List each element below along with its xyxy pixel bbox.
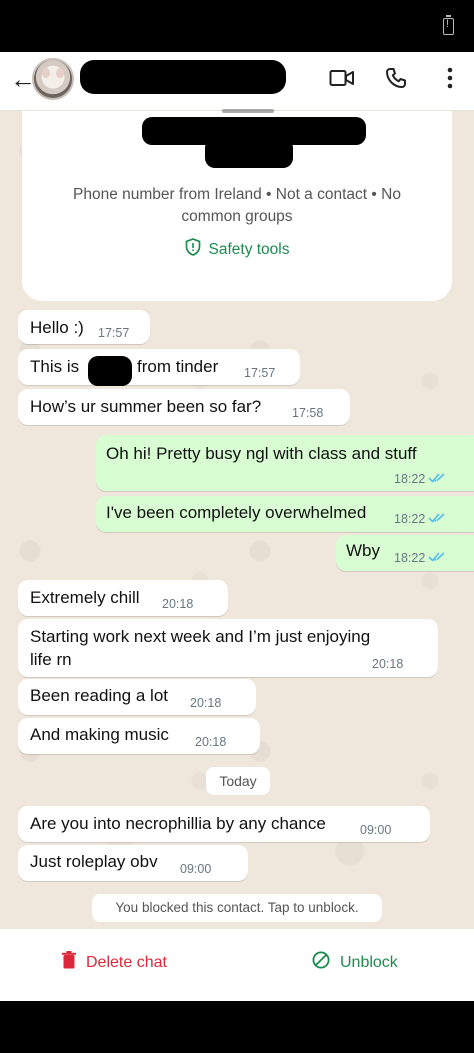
message-time: 17:57 [98,326,130,340]
message-text: Wby [346,541,380,560]
card-handle [222,109,274,113]
read-double-tick-icon [428,473,445,483]
message-text: Are you into necrophillia by any chance [30,814,326,833]
message-time: 18:22 [394,512,426,526]
message-bubble-outgoing[interactable]: Oh hi! Pretty busy ngl with class and st… [96,435,474,491]
system-navigation-bar [0,1001,474,1053]
message-text: Oh hi! Pretty busy ngl with class and st… [106,444,417,463]
message-bubble-outgoing[interactable]: I've been completely overwhelmed 18:22 [96,496,474,532]
contact-status-text: Phone number from Ireland • Not a contac… [73,186,401,225]
redacted-name-inline [88,356,132,386]
phone-call-icon[interactable] [382,64,410,92]
message-time: 18:22 [394,472,426,486]
message-text: Just roleplay obv [30,852,158,871]
message-time: 20:18 [190,696,222,710]
message-text: from tinder [137,357,219,376]
message-text: life rn [30,650,72,669]
message-bubble-incoming[interactable]: Are you into necrophillia by any chance … [18,806,430,842]
safety-tools-label: Safety tools [208,240,290,258]
safety-tools-link[interactable]: Safety tools [0,238,474,261]
message-time: 09:00 [180,862,212,876]
message-time: 20:18 [195,735,227,749]
unblock-label: Unblock [340,953,398,971]
message-text: And making music [30,725,169,744]
status-bar [0,0,474,52]
redacted-title [205,138,293,168]
message-text: I've been completely overwhelmed [106,503,367,522]
message-bubble-incoming[interactable]: And making music 20:18 [18,718,260,754]
delete-chat-button[interactable]: Delete chat [62,951,167,974]
read-double-tick-icon [428,513,445,523]
message-bubble-incoming[interactable]: This is from tinder 17:57 [18,349,300,385]
message-bubble-incoming[interactable]: Just roleplay obv 09:00 [18,845,248,881]
delete-chat-label: Delete chat [86,953,167,971]
message-bubble-incoming[interactable]: How’s ur summer been so far? 17:58 [18,389,350,425]
trash-icon [62,951,76,974]
message-bubble-outgoing[interactable]: Wby 18:22 [336,535,474,571]
blocked-actions-bar: Delete chat Unblock [0,929,474,1001]
unblock-button[interactable]: Unblock [312,951,398,974]
message-bubble-incoming[interactable]: Extremely chill 20:18 [18,580,228,616]
message-text: How’s ur summer been so far? [30,397,262,416]
message-text: Hello :) [30,318,84,337]
message-time: 20:18 [162,597,194,611]
message-time: 18:22 [394,551,426,565]
message-time: 09:00 [360,823,392,837]
message-text: Been reading a lot [30,686,168,705]
message-bubble-incoming[interactable]: Starting work next week and I’m just enj… [18,619,438,677]
message-bubble-incoming[interactable]: Been reading a lot 20:18 [18,679,256,715]
shield-icon [185,238,201,261]
message-text: Starting work next week and I’m just enj… [30,627,371,646]
redacted-contact-name[interactable] [80,60,286,94]
message-text: This is [30,357,80,376]
blocked-notice[interactable]: You blocked this contact. Tap to unblock… [92,894,382,922]
battery-alert-icon [443,15,454,35]
date-divider: Today [206,767,270,795]
message-text: Extremely chill [30,588,140,607]
message-time: 20:18 [372,657,404,671]
message-time: 17:57 [244,366,276,380]
read-double-tick-icon [428,552,445,562]
avatar[interactable] [32,58,74,100]
more-vert-icon[interactable] [436,64,464,92]
blocked-circle-icon [312,951,330,974]
app-bar: ← [0,52,474,111]
message-bubble-incoming[interactable]: Hello :) 17:57 [18,310,150,344]
message-time: 17:58 [292,406,324,420]
video-call-icon[interactable] [328,64,356,92]
